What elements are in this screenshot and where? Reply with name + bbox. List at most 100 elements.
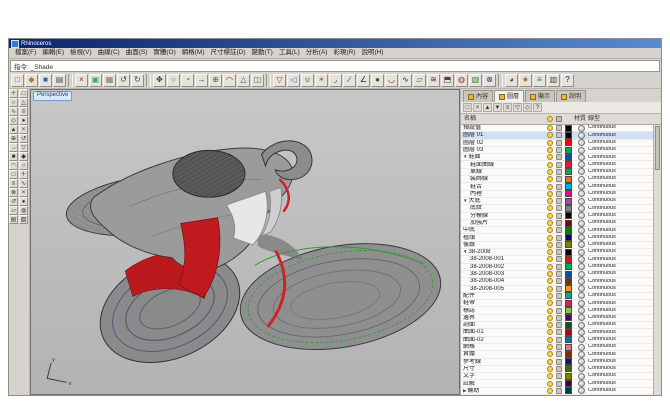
side-tool-icon[interactable]: × [19, 188, 28, 197]
visibility-bulb-icon[interactable] [545, 169, 554, 175]
lock-icon[interactable] [554, 198, 563, 204]
layer-row[interactable]: 車線Continuous [461, 169, 653, 176]
layer-row[interactable]: ▼大底Continuous [461, 198, 653, 205]
visibility-bulb-icon[interactable] [545, 344, 554, 350]
visibility-bulb-icon[interactable] [545, 205, 554, 211]
visibility-bulb-icon[interactable] [545, 132, 554, 138]
material-icon[interactable] [574, 212, 588, 219]
material-icon[interactable] [574, 314, 588, 321]
side-tool-icon[interactable]: ◠ [9, 161, 18, 170]
side-tool-icon[interactable]: ● [19, 197, 28, 206]
visibility-bulb-icon[interactable] [545, 154, 554, 160]
material-icon[interactable] [574, 329, 588, 336]
side-tool-icon[interactable]: ◇ [9, 116, 18, 125]
material-icon[interactable] [574, 300, 588, 307]
lock-icon[interactable] [554, 256, 563, 262]
material-icon[interactable] [574, 147, 588, 154]
layer-row[interactable]: 後跟Continuous [461, 242, 653, 249]
layer-color-swatch[interactable] [563, 198, 574, 205]
layer-row[interactable]: 標誌Continuous [461, 307, 653, 314]
lock-icon[interactable] [554, 140, 563, 146]
layer-color-swatch[interactable] [563, 307, 574, 314]
layer-row[interactable]: 底紋Continuous [461, 205, 653, 212]
lock-icon[interactable] [554, 271, 563, 277]
lock-icon[interactable] [554, 176, 563, 182]
menu-item[interactable]: 工具(L) [276, 50, 303, 57]
rotate-view-icon[interactable]: ◔ [181, 74, 194, 87]
menu-item[interactable]: 網格(M) [179, 50, 208, 57]
layer-row[interactable]: 裝飾線Continuous [461, 176, 653, 183]
mirror-icon[interactable]: ◫ [251, 74, 264, 87]
layer-row[interactable]: 圖層 02Continuous [461, 140, 653, 147]
lock-icon[interactable] [554, 154, 563, 160]
side-tool-icon[interactable]: ⊕ [9, 134, 18, 143]
layer-color-swatch[interactable] [563, 183, 574, 190]
side-tool-icon[interactable]: ∿ [9, 107, 18, 116]
lock-icon[interactable] [554, 308, 563, 314]
menu-item[interactable]: 彩現(R) [330, 50, 358, 57]
side-tool-icon[interactable]: □ [19, 89, 28, 98]
expander-icon[interactable]: ▶ [463, 389, 466, 394]
layer-color-swatch[interactable] [563, 336, 574, 343]
layer-row[interactable]: 38-2008-003Continuous [461, 271, 653, 278]
layer-icon[interactable]: ≡ [533, 74, 546, 87]
panel-tab-說明[interactable]: 說明 [556, 90, 586, 102]
visibility-bulb-icon[interactable] [545, 256, 554, 262]
lock-icon[interactable] [554, 242, 563, 248]
material-icon[interactable] [574, 234, 588, 241]
scale-icon[interactable]: △ [237, 74, 250, 87]
visibility-bulb-icon[interactable] [545, 125, 554, 131]
lock-icon[interactable] [554, 351, 563, 357]
lock-icon[interactable] [554, 162, 563, 168]
visibility-bulb-icon[interactable] [545, 162, 554, 168]
render-icon[interactable]: ★ [519, 74, 532, 87]
material-icon[interactable] [574, 263, 588, 270]
layer-row[interactable]: 中底Continuous [461, 227, 653, 234]
layer-color-swatch[interactable] [563, 139, 574, 146]
side-tool-icon[interactable]: ＋ [19, 170, 28, 179]
layer-color-swatch[interactable] [563, 168, 574, 175]
material-icon[interactable] [574, 365, 588, 372]
layer-row[interactable]: 加強片Continuous [461, 220, 653, 227]
visibility-bulb-icon[interactable] [545, 293, 554, 299]
visibility-bulb-icon[interactable] [545, 337, 554, 343]
layer-color-swatch[interactable] [563, 154, 574, 161]
panel-tool-icon[interactable]: ◇ [523, 103, 532, 112]
panel-tool-icon[interactable]: ▽ [513, 103, 522, 112]
layer-row[interactable]: 38-2008-004Continuous [461, 278, 653, 285]
paste-icon[interactable]: ▦ [103, 74, 116, 87]
material-icon[interactable] [574, 256, 588, 263]
menu-item[interactable]: 尺寸標註(D) [208, 50, 249, 57]
copy-object-icon[interactable]: ⊕ [209, 74, 222, 87]
layer-row[interactable]: 曲面-01Continuous [461, 329, 653, 336]
lock-icon[interactable] [554, 264, 563, 270]
material-icon[interactable] [574, 344, 588, 351]
fillet-icon[interactable]: ◞ [329, 74, 342, 87]
layer-row[interactable]: 尺寸Continuous [461, 366, 653, 373]
layer-row[interactable]: 38-2008-005Continuous [461, 286, 653, 293]
layer-color-swatch[interactable] [563, 373, 574, 380]
layer-color-swatch[interactable] [563, 351, 574, 358]
lock-icon[interactable] [554, 220, 563, 226]
layer-color-swatch[interactable] [563, 358, 574, 365]
menu-item[interactable]: 說明(H) [359, 50, 387, 57]
lock-icon[interactable] [554, 300, 563, 306]
material-icon[interactable] [574, 373, 588, 380]
explode-icon[interactable]: ✶ [315, 74, 328, 87]
layer-row[interactable]: 圖層 03Continuous [461, 147, 653, 154]
material-icon[interactable] [574, 198, 588, 205]
menu-item[interactable]: 編輯(E) [39, 50, 67, 57]
side-tool-icon[interactable]: × [19, 125, 28, 134]
line-icon[interactable]: ∕ [343, 74, 356, 87]
lock-icon[interactable] [554, 366, 563, 372]
polyline-icon[interactable]: ∠ [357, 74, 370, 87]
material-icon[interactable] [574, 278, 588, 285]
material-icon[interactable] [574, 322, 588, 329]
side-tool-icon[interactable]: ▧ [19, 215, 28, 224]
open-file-icon[interactable]: ◆ [25, 74, 38, 87]
pan-icon[interactable]: ✥ [153, 74, 166, 87]
side-tool-icon[interactable]: ▽ [19, 143, 28, 152]
material-icon[interactable] [574, 358, 588, 365]
layer-row[interactable]: 實體Continuous [461, 351, 653, 358]
lock-icon[interactable] [554, 293, 563, 299]
